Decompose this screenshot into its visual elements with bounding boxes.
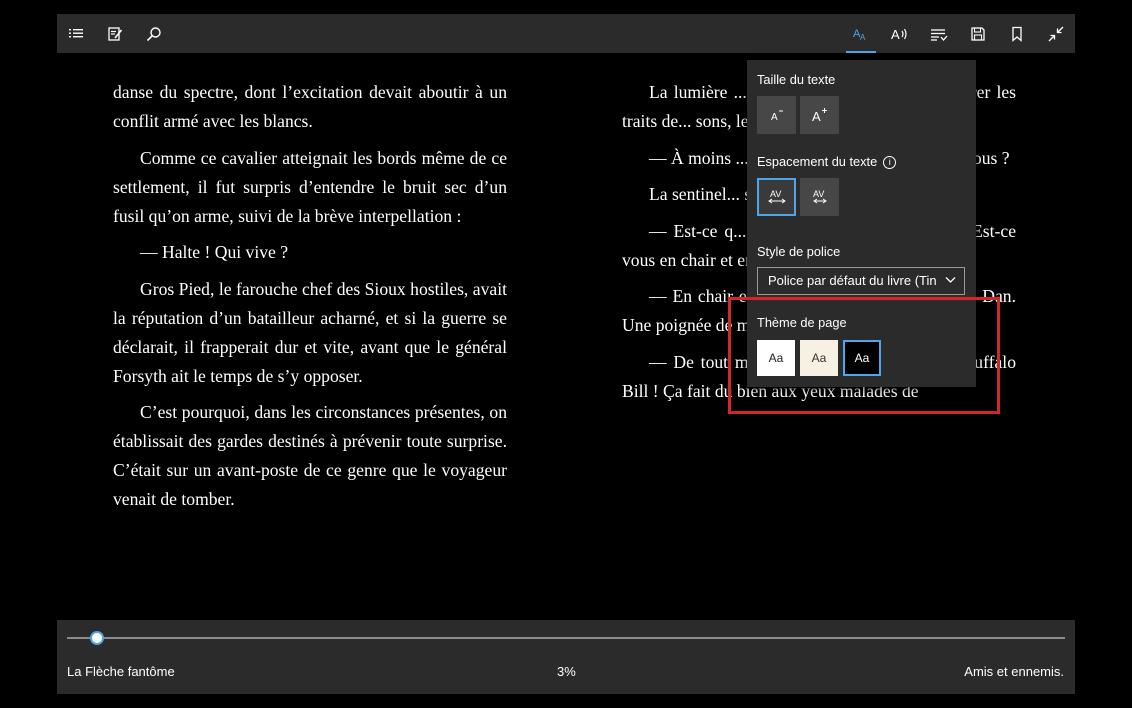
decrease-spacing-button[interactable]: AV (800, 178, 839, 216)
increase-text-size-icon: A (812, 108, 827, 123)
theme-sepia-button[interactable]: Aa (800, 340, 838, 376)
font-style-select-value: Police par défaut du livre (Tin (768, 273, 937, 288)
table-of-contents-icon (69, 28, 83, 37)
font-style-label: Style de police (757, 244, 841, 259)
left-page: danse du spectre, dont l’excitation deva… (113, 78, 507, 522)
theme-black-button[interactable]: Aa (843, 340, 881, 376)
chapter-title: Amis et ennemis. (964, 664, 1064, 679)
increase-spacing-button[interactable]: AV (757, 178, 796, 216)
notes-button[interactable] (97, 14, 133, 53)
svg-text:A: A (812, 109, 821, 123)
svg-text:A: A (891, 27, 900, 42)
search-button[interactable] (136, 14, 172, 53)
decrease-text-size-icon: A (771, 110, 783, 122)
progress-slider-track[interactable] (67, 637, 1065, 639)
save-button[interactable] (960, 14, 996, 53)
learning-tools-icon (931, 28, 948, 41)
learning-tools-button[interactable] (921, 14, 957, 53)
paragraph: Comme ce cavalier atteignait les bords m… (113, 147, 507, 226)
font-style-select[interactable]: Police par défaut du livre (Tin (757, 267, 965, 295)
notes-icon (108, 26, 123, 41)
paragraph: danse du spectre, dont l’excitation deva… (113, 82, 507, 131)
reading-progress-bar: La Flèche fantôme 3% Amis et ennemis. (57, 620, 1075, 694)
reader-toolbar: A A A (57, 14, 1075, 53)
paragraph: — Halte ! Qui vive ? (140, 242, 289, 262)
page-theme-label: Thème de page (757, 315, 847, 330)
increase-spacing-icon: AV (767, 189, 786, 204)
exit-fullscreen-button[interactable] (1038, 14, 1074, 53)
theme-white-button[interactable]: Aa (757, 340, 795, 376)
svg-text:AV: AV (813, 189, 824, 199)
progress-percent: 3% (557, 664, 576, 679)
decrease-text-size-button[interactable]: A (757, 96, 796, 134)
chevron-down-icon (945, 277, 956, 283)
progress-slider-thumb[interactable] (89, 631, 104, 645)
bookmark-button[interactable] (999, 14, 1035, 53)
read-aloud-icon: A (891, 27, 907, 42)
svg-text:A: A (860, 33, 866, 42)
text-options-icon: A A (853, 28, 866, 42)
search-icon (146, 26, 161, 41)
book-title: La Flèche fantôme (67, 664, 175, 679)
paragraph: C’est pourquoi, dans les circonstances p… (113, 402, 507, 509)
table-of-contents-button[interactable] (58, 14, 94, 53)
text-spacing-label: Espacement du texte i (757, 154, 897, 169)
text-size-label: Taille du texte (757, 72, 836, 87)
increase-text-size-button[interactable]: A (800, 96, 839, 134)
decrease-spacing-icon: AV (813, 189, 827, 204)
read-aloud-button[interactable]: A (882, 14, 918, 53)
text-options-panel: Taille du texte A A Espacement du texte i… (747, 60, 976, 387)
save-icon (971, 26, 985, 41)
bookmark-icon (1012, 26, 1022, 42)
text-options-button[interactable]: A A (843, 14, 879, 53)
paragraph: Gros Pied, le farouche chef des Sioux ho… (113, 278, 507, 386)
exit-fullscreen-icon (1048, 26, 1064, 41)
info-icon[interactable]: i (883, 156, 897, 169)
svg-text:A: A (771, 112, 778, 122)
svg-text:AV: AV (770, 189, 781, 199)
